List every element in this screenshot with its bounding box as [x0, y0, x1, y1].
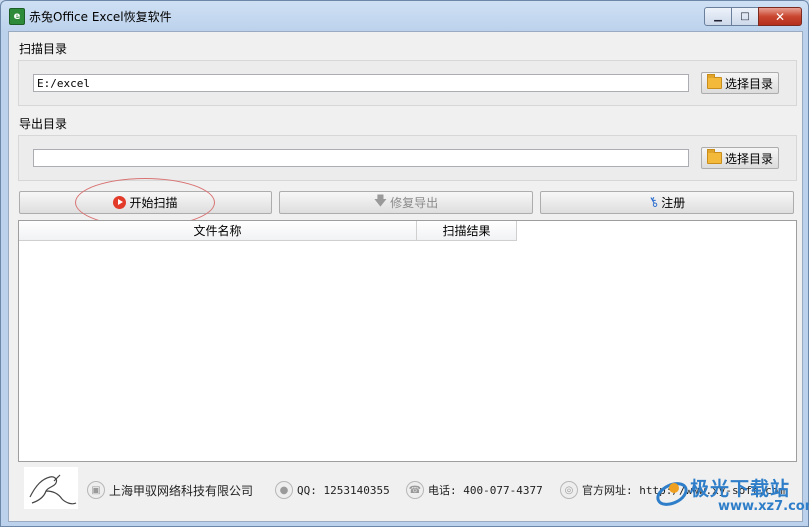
download-arrow-icon: 🡇	[373, 193, 388, 209]
company-logo	[24, 467, 78, 509]
scan-dir-choose-button[interactable]: 选择目录	[701, 72, 779, 94]
watermark-logo-icon	[656, 482, 688, 506]
scan-dir-label: 扫描目录	[19, 42, 68, 56]
company-name: 上海甲驭网络科技有限公司	[109, 483, 254, 498]
company-info: ▣ 上海甲驭网络科技有限公司	[87, 480, 253, 500]
export-dir-group: 选择目录	[18, 135, 797, 181]
phone-number: 电话: 400-077-4377	[428, 484, 543, 497]
table-header: 文件名称 扫描结果	[19, 221, 517, 241]
qq-info: ● QQ: 1253140355	[275, 480, 390, 500]
phone-icon: ☎	[406, 481, 424, 499]
folder-icon	[706, 149, 722, 164]
close-icon: ✕	[774, 9, 786, 24]
repair-export-button[interactable]: 🡇 修复导出	[279, 191, 533, 214]
excel-app-icon: e	[9, 8, 25, 25]
key-icon: ⚷	[645, 193, 662, 212]
watermark-url: www.xz7.com	[718, 499, 809, 514]
qq-penguin-icon: ●	[275, 481, 293, 499]
phone-info: ☎ 电话: 400-077-4377	[406, 480, 543, 500]
repair-export-label: 修复导出	[390, 196, 439, 210]
export-dir-label: 导出目录	[19, 117, 68, 131]
results-table[interactable]: 文件名称 扫描结果	[18, 220, 797, 462]
minimize-button[interactable]: ▁	[704, 7, 732, 26]
export-dir-input[interactable]	[33, 149, 689, 167]
minimize-icon: ▁	[714, 11, 722, 22]
globe-icon: ◎	[560, 481, 578, 499]
maximize-icon: □	[740, 11, 750, 22]
export-dir-choose-button[interactable]: 选择目录	[701, 147, 779, 169]
choose-dir-label: 选择目录	[724, 151, 773, 166]
scan-dir-input[interactable]: E:/excel	[33, 74, 689, 92]
column-header-filename[interactable]: 文件名称	[19, 221, 417, 241]
window-controls: ▁ □ ✕	[704, 7, 802, 26]
title-bar[interactable]: e 赤兔Office Excel恢复软件 ▁ □ ✕	[1, 1, 808, 31]
scan-dir-group: E:/excel 选择目录	[18, 60, 797, 106]
building-icon: ▣	[87, 481, 105, 499]
column-header-scan-result[interactable]: 扫描结果	[417, 221, 517, 241]
close-button[interactable]: ✕	[758, 7, 802, 26]
choose-dir-label: 选择目录	[724, 76, 773, 91]
main-panel: 扫描目录 E:/excel 选择目录 导出目录 选择目录 开始扫描 🡇 修复导出…	[8, 31, 803, 522]
qq-number: QQ: 1253140355	[297, 483, 390, 497]
register-button[interactable]: ⚷ 注册	[540, 191, 794, 214]
maximize-button[interactable]: □	[731, 7, 759, 26]
folder-icon	[706, 74, 722, 89]
app-window: e 赤兔Office Excel恢复软件 ▁ □ ✕ 扫描目录 E:/excel…	[0, 0, 809, 527]
register-label: 注册	[661, 196, 686, 210]
window-title: 赤兔Office Excel恢复软件	[29, 10, 172, 24]
watermark-text: 极光下载站	[690, 478, 791, 500]
watermark: 极光下载站 www.xz7.com	[652, 472, 809, 524]
